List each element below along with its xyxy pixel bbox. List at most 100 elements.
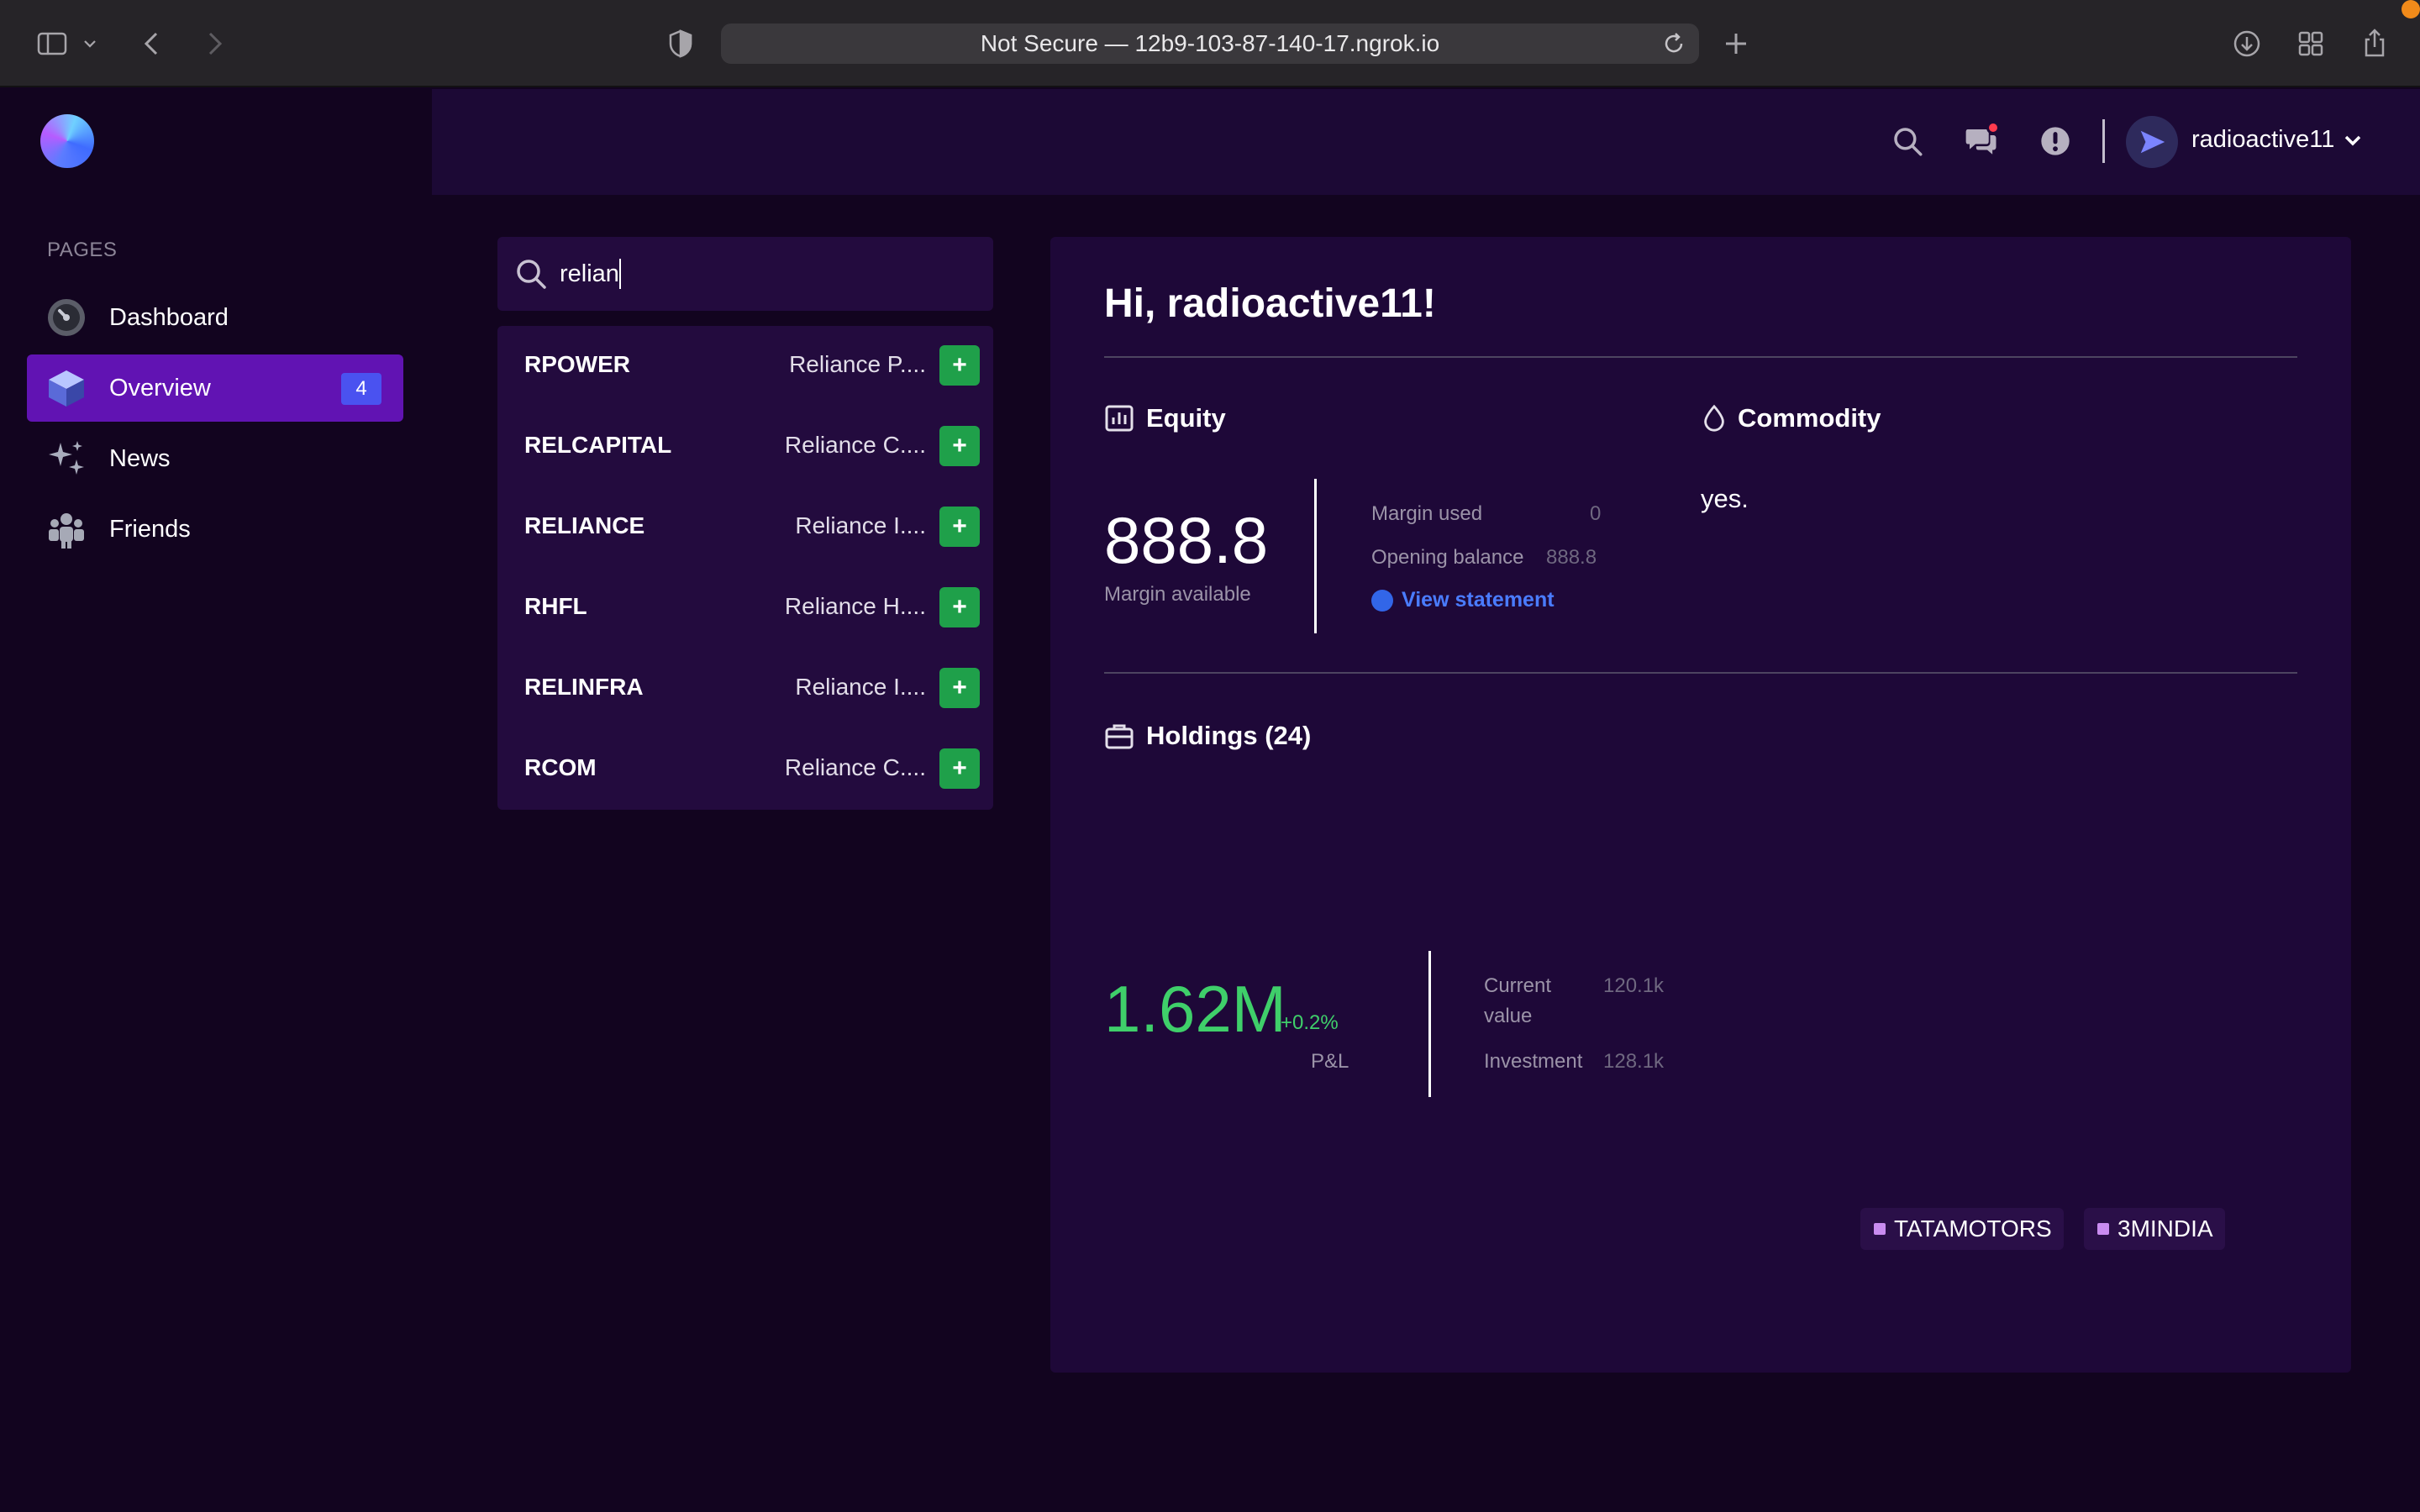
sidebar-item-overview[interactable]: Overview 4 [27,354,403,422]
equity-heading: Equity [1104,403,1226,433]
holding-tag-label: TATAMOTORS [1894,1215,2052,1242]
pnl-label: P&L [1311,1050,1349,1073]
divider [1428,951,1431,1097]
new-tab-icon[interactable] [1718,25,1754,62]
result-symbol: RELINFRA [524,674,644,700]
search-result-row[interactable]: RHFL Reliance H.... + [497,568,993,648]
add-to-watchlist-button[interactable]: + [939,345,980,386]
briefcase-icon [1105,724,1134,749]
search-result-row[interactable]: RPOWER Reliance P.... + [497,326,993,407]
bar-chart-icon [1105,405,1134,432]
reload-icon[interactable] [1660,30,1687,57]
dashboard-icon [45,297,87,339]
current-value-label-2: value [1484,1005,1533,1027]
search-icon[interactable] [1887,121,1928,161]
opening-balance-label: Opening balance [1371,546,1524,569]
holdings-heading: Holdings (24) [1104,721,1311,751]
forward-arrow-icon[interactable] [195,25,232,62]
search-result-row[interactable]: RELIANCE Reliance I.... + [497,487,993,568]
result-name: Reliance C.... [784,754,926,780]
holding-legend-tag[interactable]: 3MINDIA [2084,1208,2225,1250]
legend-swatch [2097,1223,2109,1235]
count-badge: 4 [341,373,381,405]
sidebar-item-label: Overview [109,374,211,402]
current-value-label: Current [1484,974,1552,997]
add-to-watchlist-button[interactable]: + [939,587,980,627]
send-icon [2140,130,2165,154]
commodity-title: Commodity [1738,403,1881,433]
drop-icon [1704,404,1724,432]
page-title: Hi, radioactive11! [1104,281,1436,326]
holdings-title: Holdings (24) [1146,721,1312,750]
browser-toolbar: Not Secure — 12b9-103-87-140-17.ngrok.io [0,0,2420,87]
result-symbol: RCOM [524,754,597,780]
divider [1314,479,1317,633]
margin-available-label: Margin available [1104,583,1251,606]
add-to-watchlist-button[interactable]: + [939,748,980,789]
margin-available-value: 888.8 [1104,503,1269,577]
address-bar[interactable]: Not Secure — 12b9-103-87-140-17.ngrok.io [721,24,1699,64]
opening-balance-value: 888.8 [1546,546,1597,569]
sidebar-heading: PAGES [47,239,118,261]
notification-dot [1986,121,2000,134]
download-icon[interactable] [2228,25,2265,62]
investment-value: 128.1k [1603,1050,1665,1073]
result-symbol: RELIANCE [524,512,645,538]
statement-icon [1371,589,1393,612]
url-text: Not Secure — 12b9-103-87-140-17.ngrok.io [980,30,1440,56]
chevron-down-icon[interactable] [77,25,103,62]
result-name: Reliance I.... [795,512,926,538]
divider [1104,672,2297,674]
stock-search [497,237,993,311]
result-name: Reliance C.... [784,432,926,458]
search-result-row[interactable]: RELINFRA Reliance I.... + [497,648,993,729]
sidebar-toggle-icon[interactable] [34,25,71,62]
pnl-change: +0.2% [1281,1011,1339,1034]
search-icon [517,260,546,289]
holding-tag-label: 3MINDIA [2118,1215,2213,1242]
view-statement-label: View statement [1402,588,1555,612]
holding-legend-tag[interactable]: TATAMOTORS [1860,1208,2064,1250]
search-result-row[interactable]: RCOM Reliance C.... + [497,729,993,810]
search-result-row[interactable]: RELCAPITAL Reliance C.... + [497,407,993,487]
sidebar-item-label: Friends [109,515,191,543]
notification-dot [2402,0,2420,18]
back-arrow-icon[interactable] [134,25,171,62]
sidebar-item-news[interactable]: News [27,425,403,492]
sidebar-item-dashboard[interactable]: Dashboard [27,284,403,351]
view-statement-link[interactable]: View statement [1371,588,1555,612]
result-name: Reliance P.... [789,351,926,377]
user-menu[interactable]: radioactive11 [2191,126,2365,154]
tab-overview-icon[interactable] [2292,25,2329,62]
current-value: 120.1k [1603,974,1665,997]
app-topbar [432,89,2420,195]
legend-swatch [1874,1223,1886,1235]
chat-icon[interactable] [1961,121,2002,161]
investment-label: Investment [1484,1050,1583,1073]
people-icon [45,508,87,550]
sparkle-icon [45,438,87,480]
search-results: RPOWER Reliance P.... + RELCAPITAL Relia… [497,326,993,810]
sidebar-item-label: Dashboard [109,303,229,331]
add-to-watchlist-button[interactable]: + [939,507,980,547]
divider [1104,356,2297,358]
add-to-watchlist-button[interactable]: + [939,668,980,708]
result-symbol: RELCAPITAL [524,432,672,458]
username-label: radioactive11 [2191,126,2335,153]
cube-icon [45,367,87,409]
text-caret [619,259,621,289]
result-name: Reliance I.... [795,674,926,700]
margin-used-value: 0 [1590,502,1602,525]
equity-title: Equity [1146,403,1226,433]
margin-used-label: Margin used [1371,502,1483,525]
result-symbol: RPOWER [524,351,630,377]
share-icon[interactable] [2356,25,2393,62]
alert-icon[interactable] [2035,121,2075,161]
sidebar-item-label: News [109,444,171,472]
shield-icon[interactable] [662,25,699,62]
app-logo[interactable] [40,114,94,168]
add-to-watchlist-button[interactable]: + [939,426,980,466]
pnl-value: 1.62M [1104,972,1286,1046]
sidebar-item-friends[interactable]: Friends [27,496,403,563]
avatar[interactable] [2126,116,2178,168]
